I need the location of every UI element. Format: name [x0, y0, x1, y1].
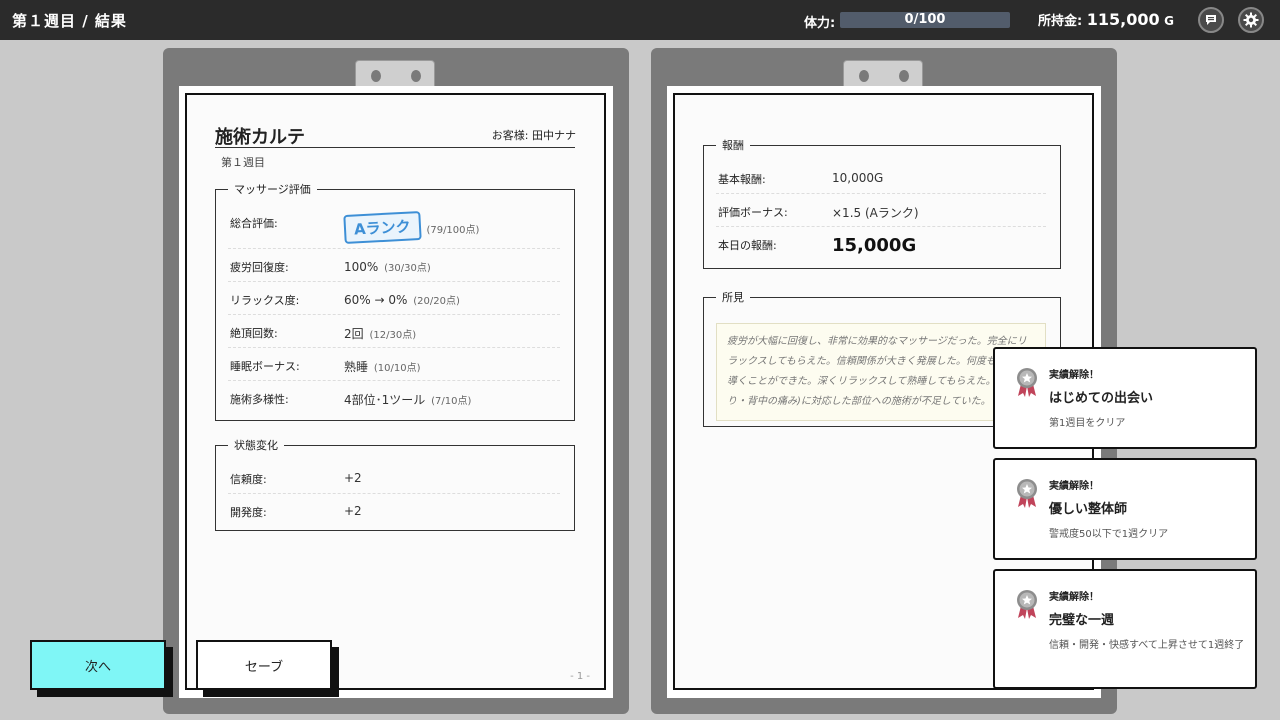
eval-points: (30/30点) — [384, 263, 431, 274]
money-amount: 115,000 — [1086, 10, 1160, 29]
eval-points: (10/10点) — [373, 363, 421, 374]
chat-button[interactable] — [1198, 7, 1224, 33]
chat-icon — [1206, 15, 1216, 25]
screen-title: 第１週目 / 結果 — [12, 12, 127, 30]
reward-label: 基本報酬: — [718, 173, 766, 186]
eval-row-sleep: 睡眠ボーナス: 熟睡 (10/10点) — [228, 348, 560, 381]
medal-icon — [1017, 590, 1037, 619]
settings-button[interactable] — [1238, 7, 1264, 33]
reward-row-total: 本日の報酬: 15,000G — [716, 227, 1046, 267]
section-legend: 所見 — [722, 291, 744, 304]
eval-row-fatigue: 疲労回復度: 100% (30/30点) — [228, 249, 560, 282]
achievement-header: 実績解除！ — [1049, 592, 1099, 603]
reward-value: ×1.5 (Aランク) — [832, 206, 919, 220]
chart-title: 施術カルテ — [215, 127, 305, 148]
state-row-development: 開発度: +2 — [228, 494, 560, 527]
reward-value: 10,000G — [832, 171, 884, 185]
stamina-value: 0/100 — [904, 12, 946, 27]
stamina-label: 体力: — [804, 16, 836, 31]
eval-value: 4部位･1ツール — [344, 393, 426, 407]
reward-label: 本日の報酬: — [718, 239, 777, 252]
eval-label: リラックス度: — [230, 294, 300, 307]
page-number: - 1 - — [570, 671, 590, 682]
money-display: 所持金: 115,000 G — [1038, 10, 1174, 29]
gear-icon — [1243, 12, 1259, 28]
rank-stamp: Aランク — [343, 211, 422, 244]
treatment-chart: 施術カルテ お客様: 田中ナナ 第１週目 マッサージ評価 総合評価: Aランク … — [185, 93, 606, 690]
achievement-desc: 信頼・開発・快感すべて上昇させて1週終了 — [1049, 640, 1245, 651]
left-clipboard: 施術カルテ お客様: 田中ナナ 第１週目 マッサージ評価 総合評価: Aランク … — [163, 48, 629, 714]
week-label: 第１週目 — [221, 156, 265, 169]
achievement-desc: 警戒度50以下で1週クリア — [1049, 529, 1169, 540]
title-divider — [215, 147, 575, 148]
achievement-desc: 第1週目をクリア — [1049, 418, 1126, 429]
stamina-bar: 0/100 — [840, 12, 1010, 28]
achievement-header: 実績解除！ — [1049, 481, 1099, 492]
medal-icon — [1017, 368, 1037, 397]
eval-points: (12/30点) — [369, 330, 417, 341]
eval-points: (79/100点) — [426, 225, 480, 236]
customer-name: お客様: 田中ナナ — [491, 129, 576, 142]
achievement-header: 実績解除！ — [1049, 370, 1099, 381]
medal-icon — [1017, 479, 1037, 508]
eval-label: 施術多様性: — [230, 393, 289, 406]
eval-value: 熟睡 — [344, 360, 369, 374]
reward-row-bonus: 評価ボーナス: ×1.5 (Aランク) — [716, 194, 1046, 227]
eval-value: 60% → 0% — [344, 293, 408, 307]
reward-section: 報酬 基本報酬: 10,000G 評価ボーナス: ×1.5 (Aランク) 本日の… — [703, 137, 1061, 269]
eval-label: 疲労回復度: — [230, 261, 289, 274]
reward-total-value: 15,000G — [832, 235, 917, 256]
eval-row-relax: リラックス度: 60% → 0% (20/20点) — [228, 282, 560, 315]
eval-row-variety: 施術多様性: 4部位･1ツール (7/10点) — [228, 381, 560, 414]
section-legend: マッサージ評価 — [234, 183, 311, 196]
eval-label: 総合評価: — [230, 217, 278, 230]
eval-value: 100% — [344, 260, 379, 274]
eval-points: (20/20点) — [413, 296, 460, 307]
achievement-name: はじめての出会い — [1049, 391, 1154, 406]
achievement-toast: 実績解除！ 優しい整体師 警戒度50以下で1週クリア — [993, 458, 1257, 560]
left-paper: 施術カルテ お客様: 田中ナナ 第１週目 マッサージ評価 総合評価: Aランク … — [179, 86, 613, 698]
eval-row-climax: 絶頂回数: 2回 (12/30点) — [228, 315, 560, 348]
state-value: +2 — [344, 471, 362, 485]
state-label: 信頼度: — [230, 473, 267, 486]
eval-label: 睡眠ボーナス: — [230, 360, 300, 373]
achievement-name: 優しい整体師 — [1049, 502, 1128, 517]
achievement-name: 完璧な一週 — [1049, 613, 1115, 628]
state-value: +2 — [344, 504, 362, 518]
reward-row-base: 基本報酬: 10,000G — [716, 161, 1046, 194]
eval-row-overall: 総合評価: Aランク (79/100点) — [228, 205, 560, 249]
reward-label: 評価ボーナス: — [718, 206, 788, 219]
state-change-section: 状態変化 信頼度: +2 開発度: +2 — [215, 437, 575, 531]
next-button[interactable]: 次へ — [30, 640, 166, 690]
section-legend: 状態変化 — [234, 439, 278, 452]
save-button[interactable]: セーブ — [196, 640, 332, 690]
eval-points: (7/10点) — [431, 396, 472, 407]
achievement-toast: 実績解除！ 完璧な一週 信頼・開発・快感すべて上昇させて1週終了 — [993, 569, 1257, 689]
top-bar: 第１週目 / 結果 体力: 0/100 所持金: 115,000 G — [0, 0, 1280, 40]
money-unit: G — [1164, 14, 1174, 28]
state-label: 開発度: — [230, 506, 267, 519]
section-legend: 報酬 — [722, 139, 744, 152]
state-row-trust: 信頼度: +2 — [228, 461, 560, 494]
money-label: 所持金: — [1038, 14, 1083, 29]
massage-evaluation-section: マッサージ評価 総合評価: Aランク (79/100点) 疲労回復度: 100%… — [215, 181, 575, 421]
eval-label: 絶頂回数: — [230, 327, 278, 340]
eval-value: 2回 — [344, 327, 364, 341]
achievement-toast: 実績解除！ はじめての出会い 第1週目をクリア — [993, 347, 1257, 449]
